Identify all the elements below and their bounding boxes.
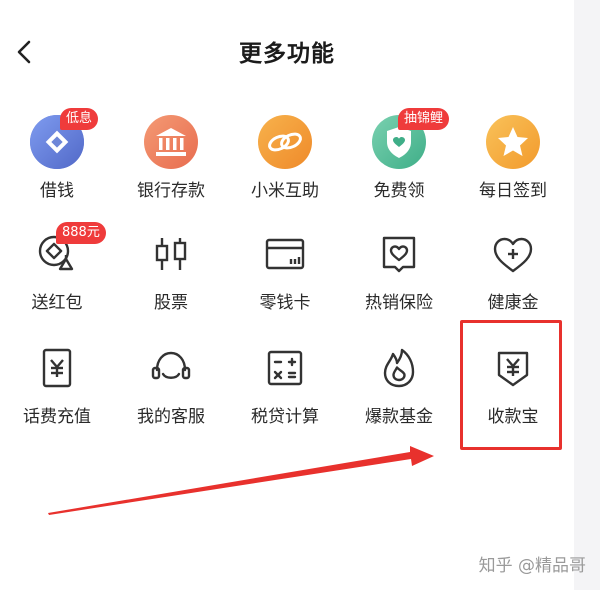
tile-free-claim[interactable]: 免费领 抽锦鲤 xyxy=(342,100,456,210)
tile-borrow[interactable]: 借钱 低息 xyxy=(0,100,114,210)
flame-icon xyxy=(369,338,429,398)
badge-lucky-draw: 抽锦鲤 xyxy=(398,108,450,130)
tile-phone-topup[interactable]: 话费充值 xyxy=(0,326,114,436)
tile-label: 零钱卡 xyxy=(259,293,311,313)
tile-my-service[interactable]: 我的客服 xyxy=(114,326,228,436)
mutual-aid-icon xyxy=(255,112,315,172)
tile-send-red-packet[interactable]: 送红包 888元 xyxy=(0,212,114,322)
tile-label: 税贷计算 xyxy=(251,407,319,427)
tile-label: 股票 xyxy=(154,293,188,313)
tile-label: 送红包 xyxy=(31,293,83,313)
tile-label: 免费领 xyxy=(373,181,425,201)
tile-hot-fund[interactable]: 爆款基金 xyxy=(342,326,456,436)
tile-mi-mutual-aid[interactable]: 小米互助 xyxy=(228,100,342,210)
heart-card-icon xyxy=(369,224,429,284)
candlestick-icon xyxy=(141,224,201,284)
tile-change-card[interactable]: 零钱卡 xyxy=(228,212,342,322)
heart-plus-icon xyxy=(483,224,543,284)
badge-low-interest: 低息 xyxy=(60,108,99,130)
tile-label: 话费充值 xyxy=(23,407,91,427)
topup-yen-icon xyxy=(27,338,87,398)
badge-888: 888元 xyxy=(56,222,106,244)
tile-daily-checkin[interactable]: 每日签到 xyxy=(456,100,570,210)
tile-health-fund[interactable]: 健康金 xyxy=(456,212,570,322)
tile-label: 我的客服 xyxy=(137,407,205,427)
tile-label: 借钱 xyxy=(40,181,74,201)
tile-stocks[interactable]: 股票 xyxy=(114,212,228,322)
highlight-box xyxy=(460,320,562,450)
watermark: 知乎 @精品哥 xyxy=(478,556,586,576)
page-title: 更多功能 xyxy=(239,41,335,67)
right-edge-strip xyxy=(574,0,600,590)
star-icon xyxy=(483,112,543,172)
tile-label: 小米互助 xyxy=(251,181,319,201)
tile-label: 银行存款 xyxy=(137,181,205,201)
card-icon xyxy=(255,224,315,284)
tile-label: 健康金 xyxy=(487,293,539,313)
tile-label: 每日签到 xyxy=(479,181,547,201)
headset-icon xyxy=(141,338,201,398)
tile-hot-insurance[interactable]: 热销保险 xyxy=(342,212,456,322)
tile-label: 热销保险 xyxy=(365,293,433,313)
tile-tax-loan-calc[interactable]: 税贷计算 xyxy=(228,326,342,436)
tile-bank-deposit[interactable]: 银行存款 xyxy=(114,100,228,210)
tile-label: 爆款基金 xyxy=(365,407,433,427)
bank-icon xyxy=(141,112,201,172)
calculator-icon xyxy=(255,338,315,398)
header: 更多功能 xyxy=(0,0,574,100)
